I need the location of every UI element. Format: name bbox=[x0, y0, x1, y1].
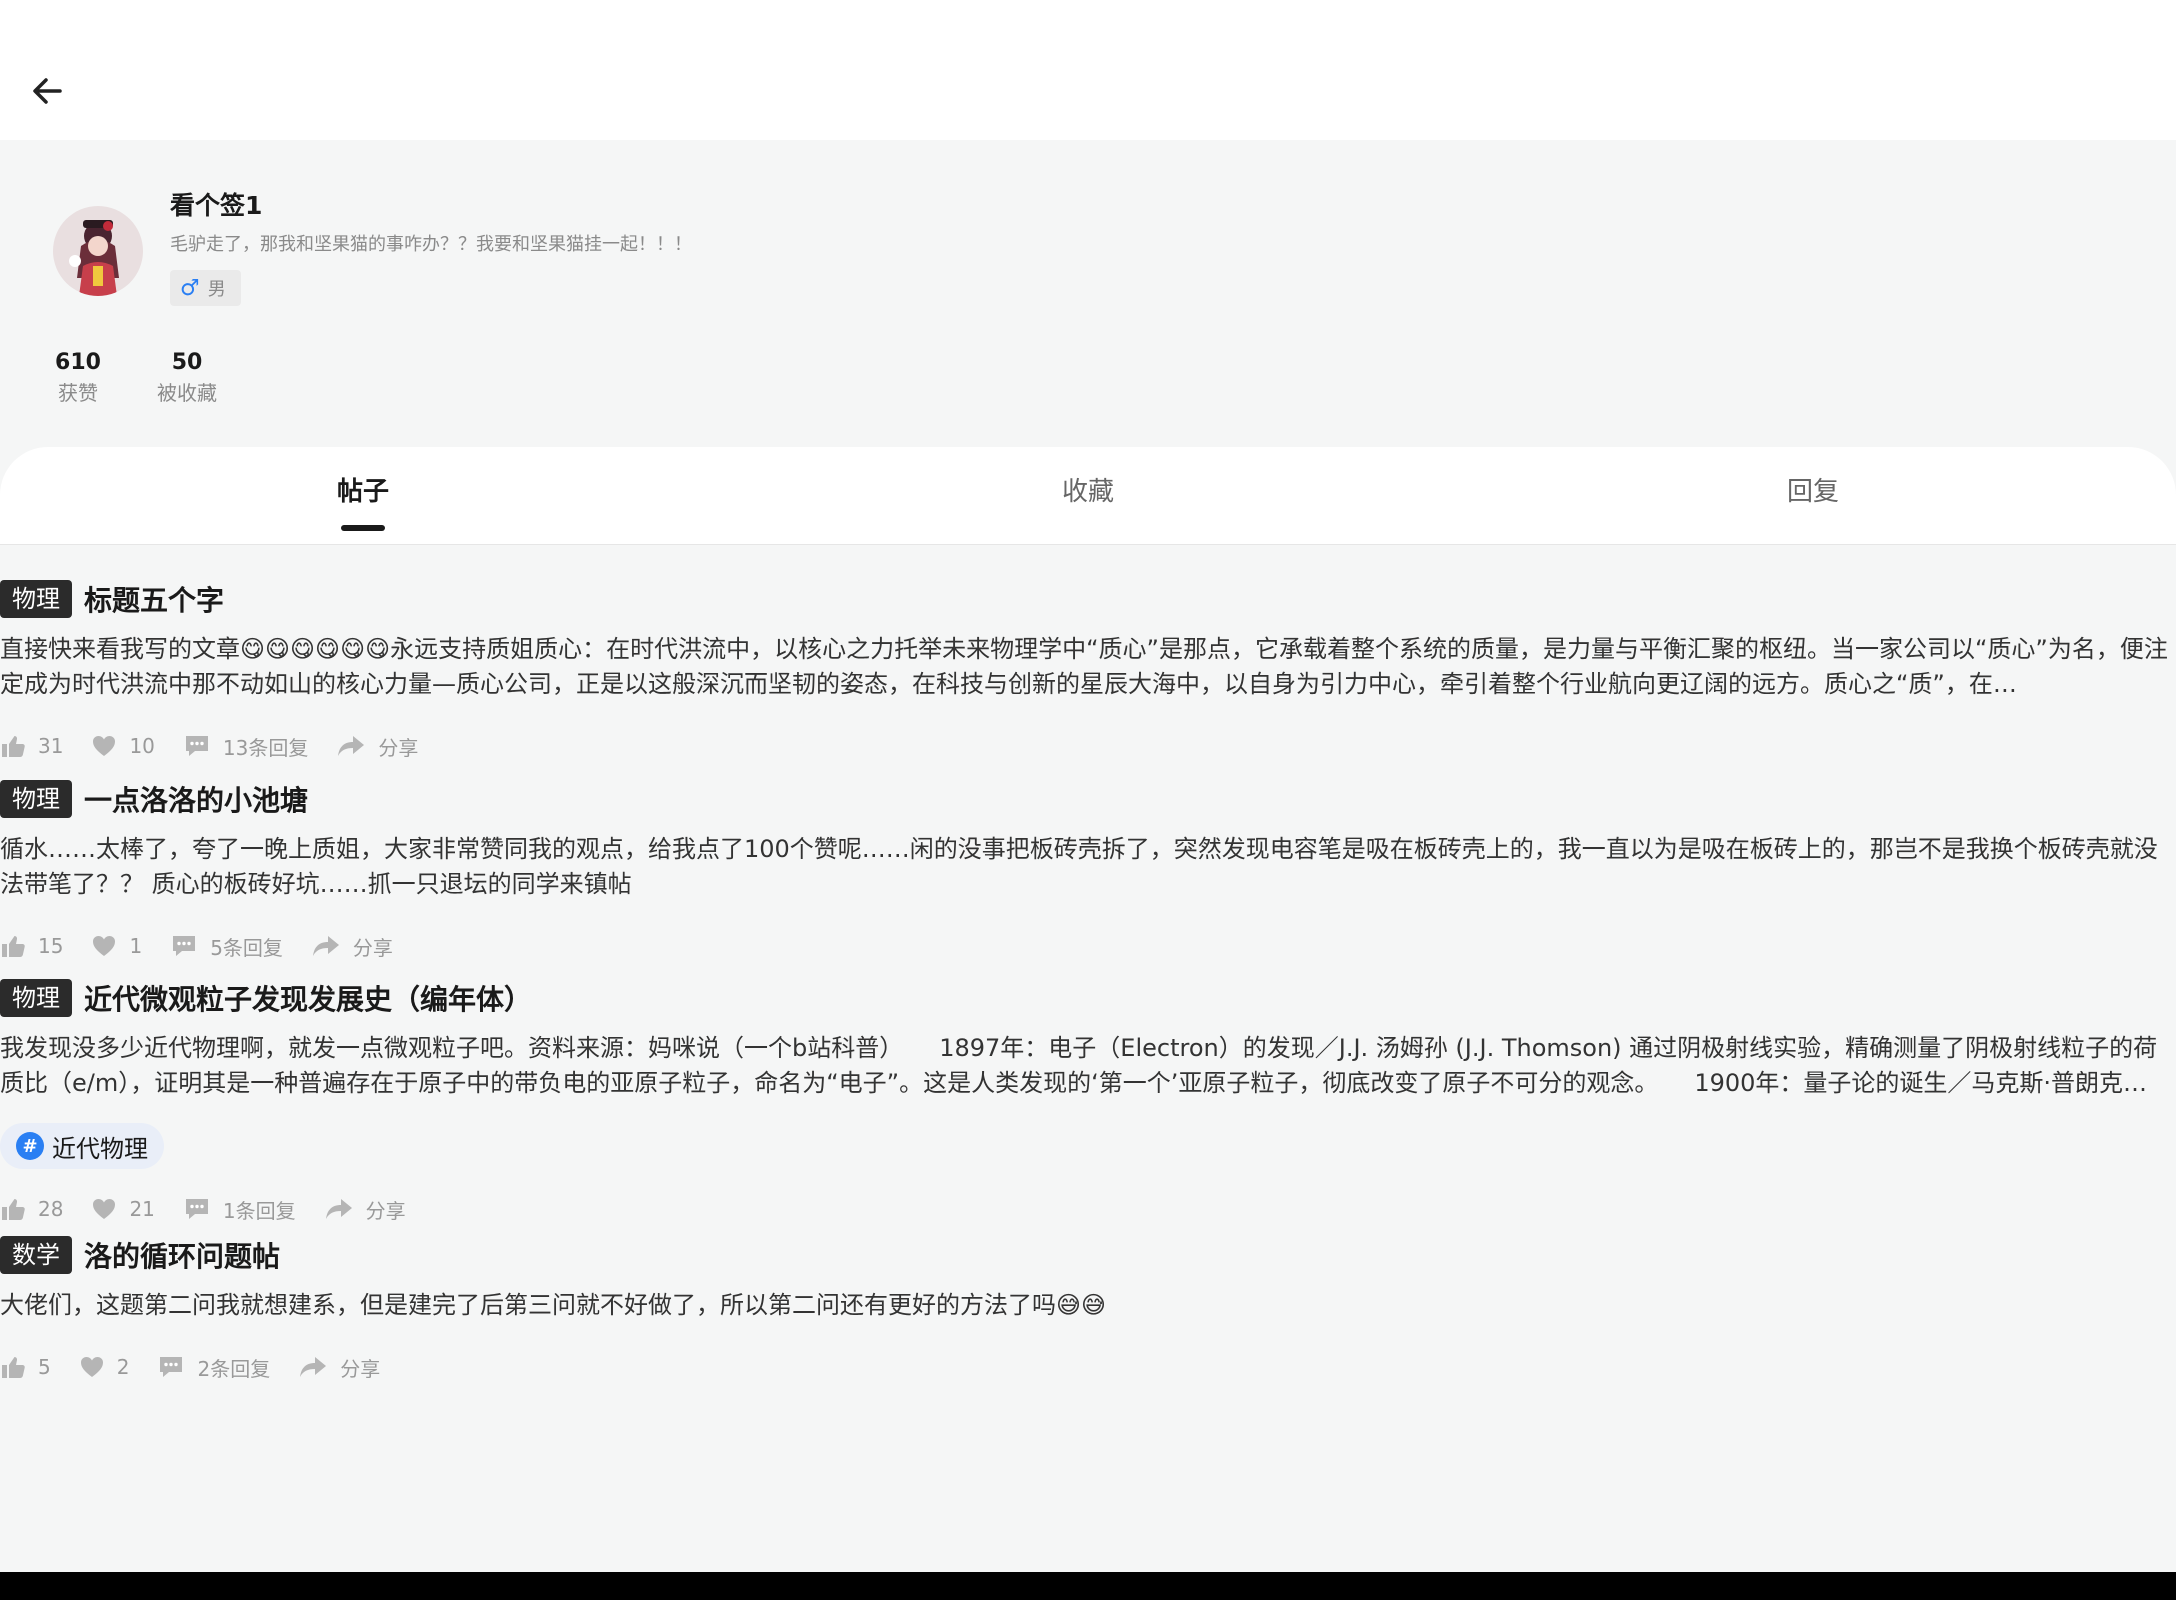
favorite-count: 2 bbox=[116, 1355, 130, 1379]
thumbs-up-icon bbox=[2, 1357, 25, 1378]
thumbs-up-icon bbox=[2, 736, 25, 757]
share-label: 分享 bbox=[340, 1356, 381, 1381]
thumbs-up-icon bbox=[2, 936, 25, 957]
comment-icon bbox=[185, 736, 208, 756]
share-label: 分享 bbox=[378, 735, 419, 760]
post-item[interactable]: 物理 近代微观粒子发现发展史（编年体） 我发现没多少近代物理啊，就发一点微观粒子… bbox=[0, 975, 2176, 1229]
back-button[interactable] bbox=[28, 70, 70, 112]
heart-icon bbox=[93, 736, 116, 756]
post-body: 大佬们，这题第二问我就想建系，但是建完了后第三问就不好做了，所以第二问还有更好的… bbox=[0, 1291, 1107, 1319]
heart-icon bbox=[93, 1199, 116, 1219]
favorite-count: 1 bbox=[129, 934, 143, 958]
stat-likes-label: 获赞 bbox=[58, 381, 98, 405]
share-icon bbox=[300, 1357, 327, 1377]
topic-label: 近代物理 bbox=[52, 1134, 148, 1163]
post-actions: 31 10 13条回复 分享 bbox=[0, 726, 2176, 766]
post-title: 洛的循环问题帖 bbox=[84, 1240, 281, 1273]
topic-chip[interactable]: # 近代物理 bbox=[0, 1123, 164, 1169]
tab-replies[interactable]: 回复 bbox=[1787, 471, 1839, 508]
like-button[interactable]: 5 bbox=[0, 1354, 51, 1380]
thumbs-up-icon bbox=[2, 1199, 25, 1220]
share-button[interactable]: 分享 bbox=[311, 932, 393, 961]
post-title: 近代微观粒子发现发展史（编年体） bbox=[84, 983, 533, 1016]
favorite-count: 10 bbox=[129, 734, 155, 758]
username: 看个签1 bbox=[170, 191, 263, 220]
comment-icon bbox=[160, 1357, 183, 1377]
post-item[interactable]: 物理 标题五个字 直接快来看我写的文章😋😋😋😋😋😋永远支持质姐质心：在时代洪流中… bbox=[0, 576, 2176, 766]
like-button[interactable]: 15 bbox=[0, 933, 63, 959]
arrow-left-icon bbox=[33, 78, 62, 104]
reply-count: 2条回复 bbox=[197, 1356, 271, 1381]
male-icon: ♂ bbox=[180, 275, 200, 301]
reply-count: 13条回复 bbox=[222, 735, 309, 760]
post-body: 我发现没多少近代物理啊，就发一点微观粒子吧。资料来源：妈咪说（一个b站科普） 1… bbox=[0, 1034, 2158, 1097]
stat-likes: 610 获赞 bbox=[52, 348, 104, 408]
like-count: 5 bbox=[38, 1355, 51, 1379]
reply-button[interactable]: 13条回复 bbox=[183, 732, 308, 761]
post-actions: 5 2 2条回复 分享 bbox=[0, 1347, 2176, 1387]
favorite-button[interactable]: 21 bbox=[91, 1196, 155, 1222]
stat-likes-value: 610 bbox=[55, 350, 101, 375]
stat-favorited: 50 被收藏 bbox=[152, 348, 222, 408]
share-button[interactable]: 分享 bbox=[298, 1353, 380, 1382]
post-body: 直接快来看我写的文章😋😋😋😋😋😋永远支持质姐质心：在时代洪流中，以核心之力托举未… bbox=[0, 635, 2168, 698]
share-label: 分享 bbox=[365, 1198, 406, 1223]
system-nav-bar bbox=[0, 1572, 2176, 1600]
favorite-button[interactable]: 2 bbox=[79, 1354, 130, 1380]
share-icon bbox=[312, 936, 339, 956]
favorite-button[interactable]: 1 bbox=[91, 933, 142, 959]
share-icon bbox=[338, 736, 365, 756]
reply-button[interactable]: 5条回复 bbox=[170, 932, 283, 961]
post-body: 循水……太棒了，夸了一晚上质姐，大家非常赞同我的观点，给我点了100个赞呢……闲… bbox=[0, 835, 2158, 898]
heart-icon bbox=[80, 1357, 103, 1377]
like-count: 31 bbox=[38, 734, 64, 758]
post-category-tag: 数学 bbox=[0, 1236, 72, 1274]
reply-count: 1条回复 bbox=[222, 1198, 296, 1223]
avatar[interactable] bbox=[53, 206, 143, 296]
like-button[interactable]: 31 bbox=[0, 733, 63, 759]
profile-header: 看个签1 毛驴走了，那我和坚果猫的事咋办？？我要和坚果猫挂一起！！！ ♂ 男 6… bbox=[0, 140, 2176, 447]
post-title: 标题五个字 bbox=[84, 584, 225, 617]
tab-favorites[interactable]: 收藏 bbox=[1062, 471, 1114, 508]
comment-icon bbox=[185, 1199, 208, 1219]
post-item[interactable]: 数学 洛的循环问题帖 大佬们，这题第二问我就想建系，但是建完了后第三问就不好做了… bbox=[0, 1232, 2176, 1387]
reply-button[interactable]: 2条回复 bbox=[157, 1353, 270, 1382]
like-count: 28 bbox=[38, 1197, 64, 1221]
hashtag-icon: # bbox=[16, 1132, 44, 1160]
share-button[interactable]: 分享 bbox=[324, 1195, 406, 1224]
signature: 毛驴走了，那我和坚果猫的事咋办？？我要和坚果猫挂一起！！！ bbox=[170, 234, 692, 255]
post-category-tag: 物理 bbox=[0, 580, 72, 618]
reply-count: 5条回复 bbox=[210, 935, 283, 960]
tab-posts[interactable]: 帖子 bbox=[337, 471, 389, 508]
post-category-tag: 物理 bbox=[0, 979, 72, 1017]
like-count: 15 bbox=[38, 934, 64, 958]
post-actions: 15 1 5条回复 分享 bbox=[0, 926, 2176, 966]
tab-indicator bbox=[341, 525, 385, 531]
like-button[interactable]: 28 bbox=[0, 1196, 63, 1222]
share-icon bbox=[325, 1199, 352, 1219]
post-item[interactable]: 物理 一点洛洛的小池塘 循水……太棒了，夸了一晚上质姐，大家非常赞同我的观点，给… bbox=[0, 776, 2176, 966]
stat-favorited-value: 50 bbox=[171, 350, 203, 375]
tab-bar: 帖子 收藏 回复 bbox=[0, 447, 2176, 545]
reply-button[interactable]: 1条回复 bbox=[183, 1195, 296, 1224]
stat-favorited-label: 被收藏 bbox=[157, 381, 217, 405]
share-label: 分享 bbox=[352, 935, 393, 960]
top-bar bbox=[0, 0, 2176, 140]
gender-label: 男 bbox=[207, 279, 226, 300]
post-actions: 28 21 1条回复 分享 bbox=[0, 1189, 2176, 1229]
favorite-count: 21 bbox=[129, 1197, 155, 1221]
comment-icon bbox=[173, 936, 196, 956]
post-title: 一点洛洛的小池塘 bbox=[84, 784, 309, 817]
favorite-button[interactable]: 10 bbox=[91, 733, 155, 759]
share-button[interactable]: 分享 bbox=[336, 732, 418, 761]
heart-icon bbox=[93, 936, 116, 956]
gender-badge: ♂ 男 bbox=[170, 270, 241, 306]
post-category-tag: 物理 bbox=[0, 780, 72, 818]
